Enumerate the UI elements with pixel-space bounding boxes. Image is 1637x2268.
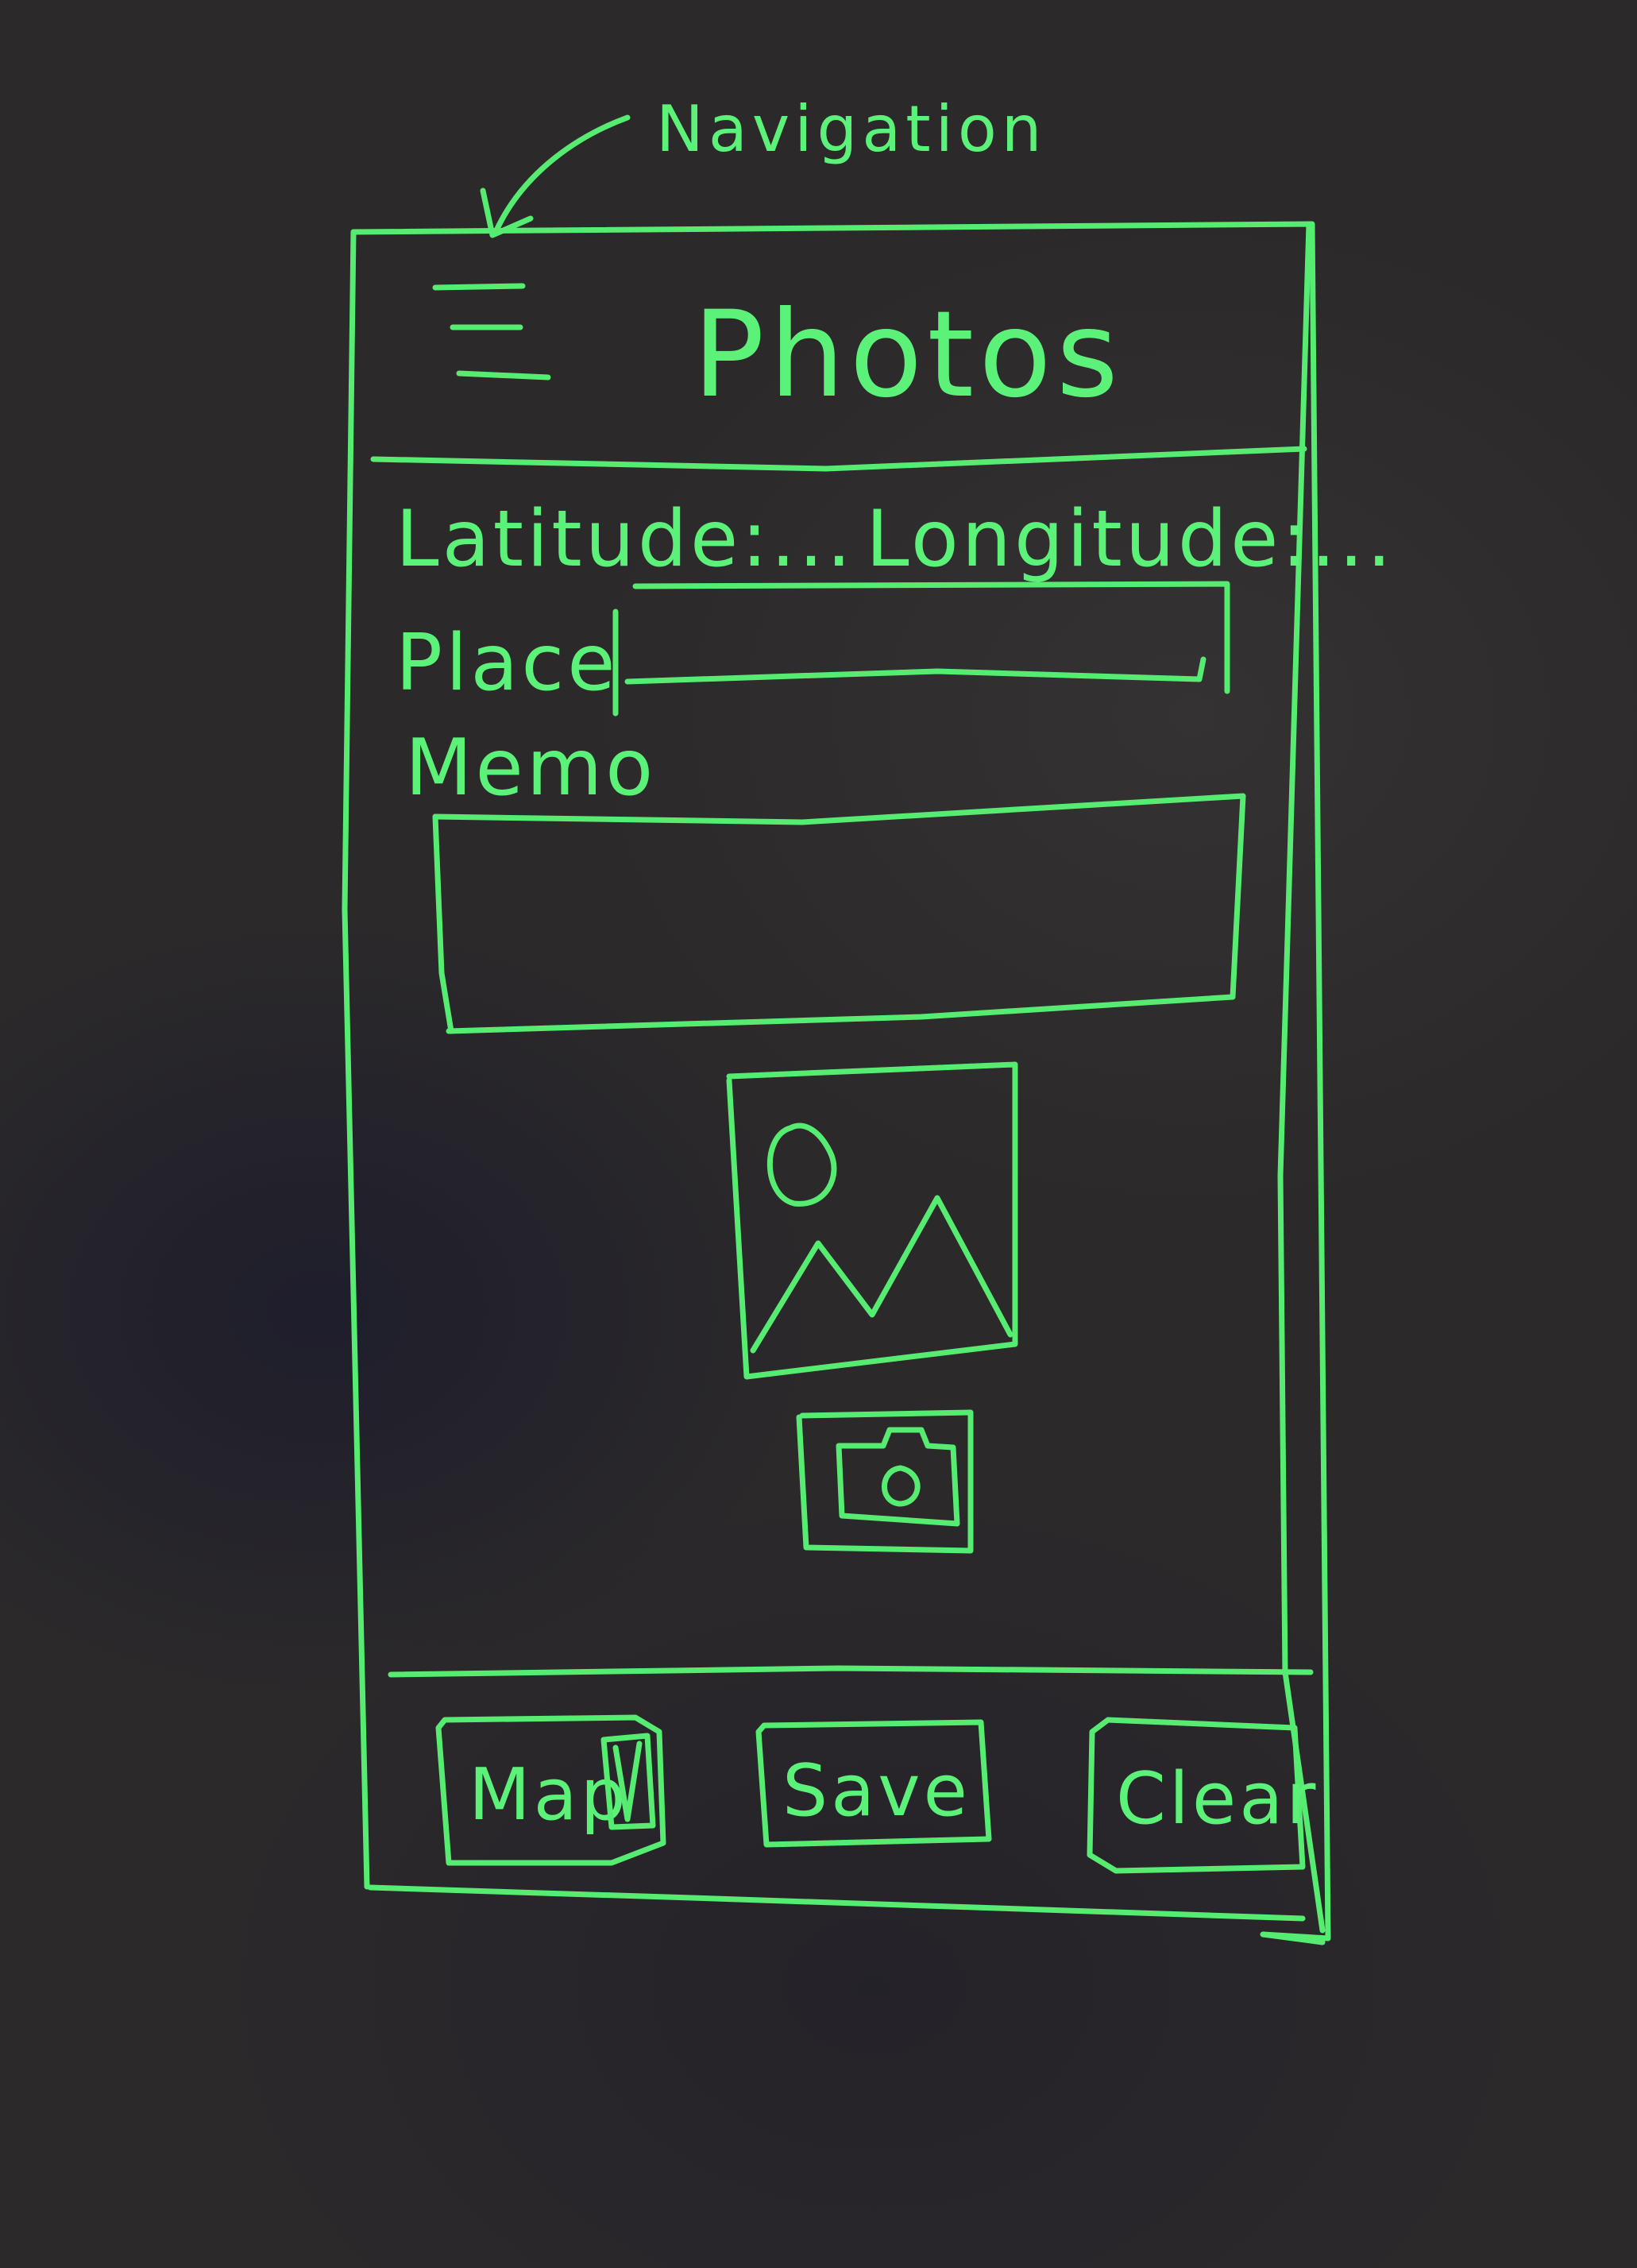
camera-icon[interactable] [796, 1409, 974, 1554]
chalkboard: Navigation Photos Latitude:... Longitude… [0, 0, 1637, 2268]
place-input[interactable] [612, 581, 1230, 717]
longitude-label: Longitude:... [866, 494, 1395, 585]
navigation-annotation: Navigation [480, 92, 1046, 238]
coordinates-row: Latitude:... Longitude:... [396, 494, 1395, 585]
wireframe-sketch: Navigation Photos Latitude:... Longitude… [342, 92, 1395, 1945]
app-header: Photos [370, 283, 1307, 472]
memo-label: Memo [405, 723, 656, 813]
clear-button[interactable]: Clear [1087, 1717, 1318, 1874]
phone-frame [342, 221, 1331, 1945]
save-button-label: Save [782, 1749, 971, 1833]
latitude-label: Latitude:... [396, 494, 855, 585]
page-title: Photos [693, 286, 1123, 424]
place-label: Place [396, 618, 619, 709]
hamburger-menu-icon[interactable] [432, 283, 551, 381]
save-button[interactable]: Save [755, 1719, 992, 1848]
clear-button-label: Clear [1116, 1757, 1318, 1841]
memo-textarea[interactable] [432, 793, 1246, 1034]
image-placeholder-icon [726, 1061, 1018, 1380]
footer-divider [388, 1665, 1314, 1678]
annotation-label: Navigation [656, 92, 1046, 166]
map-button[interactable]: Map [435, 1714, 666, 1866]
memo-section: Memo [405, 723, 1246, 1034]
header-divider [370, 446, 1307, 472]
annotation-arrow [493, 114, 631, 234]
place-row: Place [396, 581, 1230, 717]
